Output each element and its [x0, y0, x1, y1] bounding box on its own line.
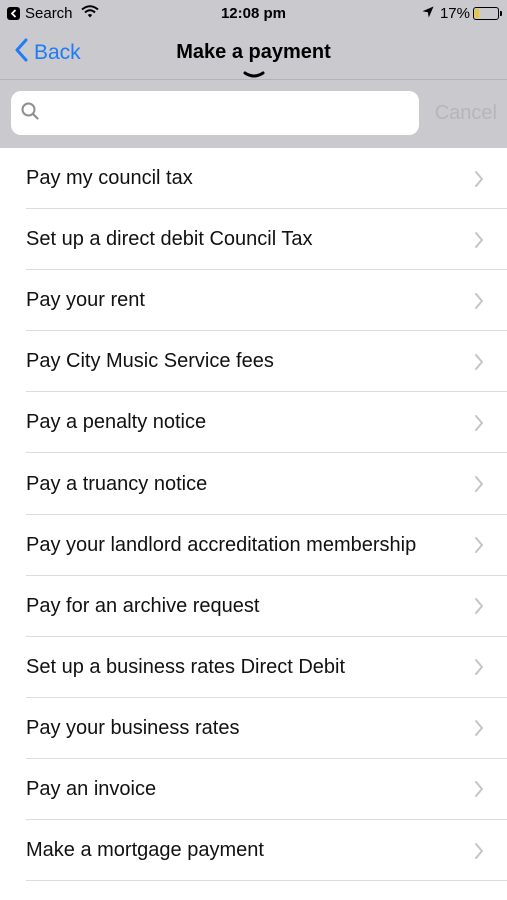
list-item-label: Pay your rent	[26, 289, 145, 312]
search-area: Cancel	[0, 80, 507, 148]
list-item-label: Pay your landlord accreditation membersh…	[26, 533, 417, 556]
list-item-label: Pay City Music Service fees	[26, 350, 274, 373]
list-item[interactable]: Pay your rent	[0, 270, 507, 332]
status-right: 17%	[422, 5, 502, 22]
list-item-label: Pay your business rates	[26, 716, 240, 739]
list-item[interactable]: Pay your landlord accreditation membersh…	[0, 515, 507, 576]
list-item-label: Pay for an archive request	[26, 594, 260, 617]
list-item-label: Set up a business rates Direct Debit	[26, 655, 346, 678]
list-item[interactable]: Pay an invoice	[0, 759, 507, 821]
chevron-right-icon	[474, 353, 484, 376]
list-item-label: Set up a direct debit Council Tax	[26, 228, 313, 251]
status-bar: Search 12:08 pm 17%	[0, 0, 507, 30]
list-item[interactable]: Pay your business rates	[0, 698, 507, 760]
chevron-right-icon	[474, 292, 484, 315]
list-item[interactable]: Pay for an archive request	[0, 576, 507, 637]
battery-tip	[500, 11, 502, 16]
list-item[interactable]: Set up a direct debit Council Tax	[0, 209, 507, 271]
search-icon	[21, 102, 39, 125]
chevron-right-icon	[474, 231, 484, 254]
list-item[interactable]: Make a mortgage payment	[0, 820, 507, 882]
chevron-right-icon	[474, 658, 484, 681]
search-input[interactable]	[47, 102, 407, 124]
location-arrow-icon	[422, 5, 434, 22]
chevron-right-icon	[474, 414, 484, 437]
payment-options-list: Pay my council tax Set up a direct debit …	[0, 148, 507, 882]
navigation-bar: Back Make a payment	[0, 30, 507, 80]
battery-fill	[475, 9, 479, 18]
list-item-label: Pay my council tax	[26, 167, 193, 190]
page-title: Make a payment	[176, 41, 331, 63]
chevron-right-icon	[474, 842, 484, 865]
list-item-label: Pay an invoice	[26, 777, 157, 800]
chevron-right-icon	[474, 597, 484, 620]
list-item-label: Pay a truancy notice	[26, 472, 208, 495]
list-item[interactable]: Pay my council tax	[0, 148, 507, 210]
list-item[interactable]: Pay a truancy notice	[0, 453, 507, 515]
chevron-right-icon	[474, 719, 484, 742]
cancel-button[interactable]: Cancel	[435, 102, 497, 125]
list-item[interactable]: Pay a penalty notice	[0, 392, 507, 454]
list-item[interactable]: Set up a business rates Direct Debit	[0, 637, 507, 698]
battery-percent: 17%	[439, 5, 470, 22]
chevron-right-icon	[474, 780, 484, 803]
battery-icon	[473, 7, 502, 20]
list-item-label: Pay a penalty notice	[26, 411, 207, 434]
chevron-right-icon	[474, 536, 484, 559]
list-item[interactable]: Pay City Music Service fees	[0, 331, 507, 393]
chevron-right-icon	[474, 170, 484, 193]
list-item-label: Make a mortgage payment	[26, 839, 264, 862]
search-field[interactable]	[11, 91, 419, 135]
chevron-right-icon	[474, 475, 484, 498]
